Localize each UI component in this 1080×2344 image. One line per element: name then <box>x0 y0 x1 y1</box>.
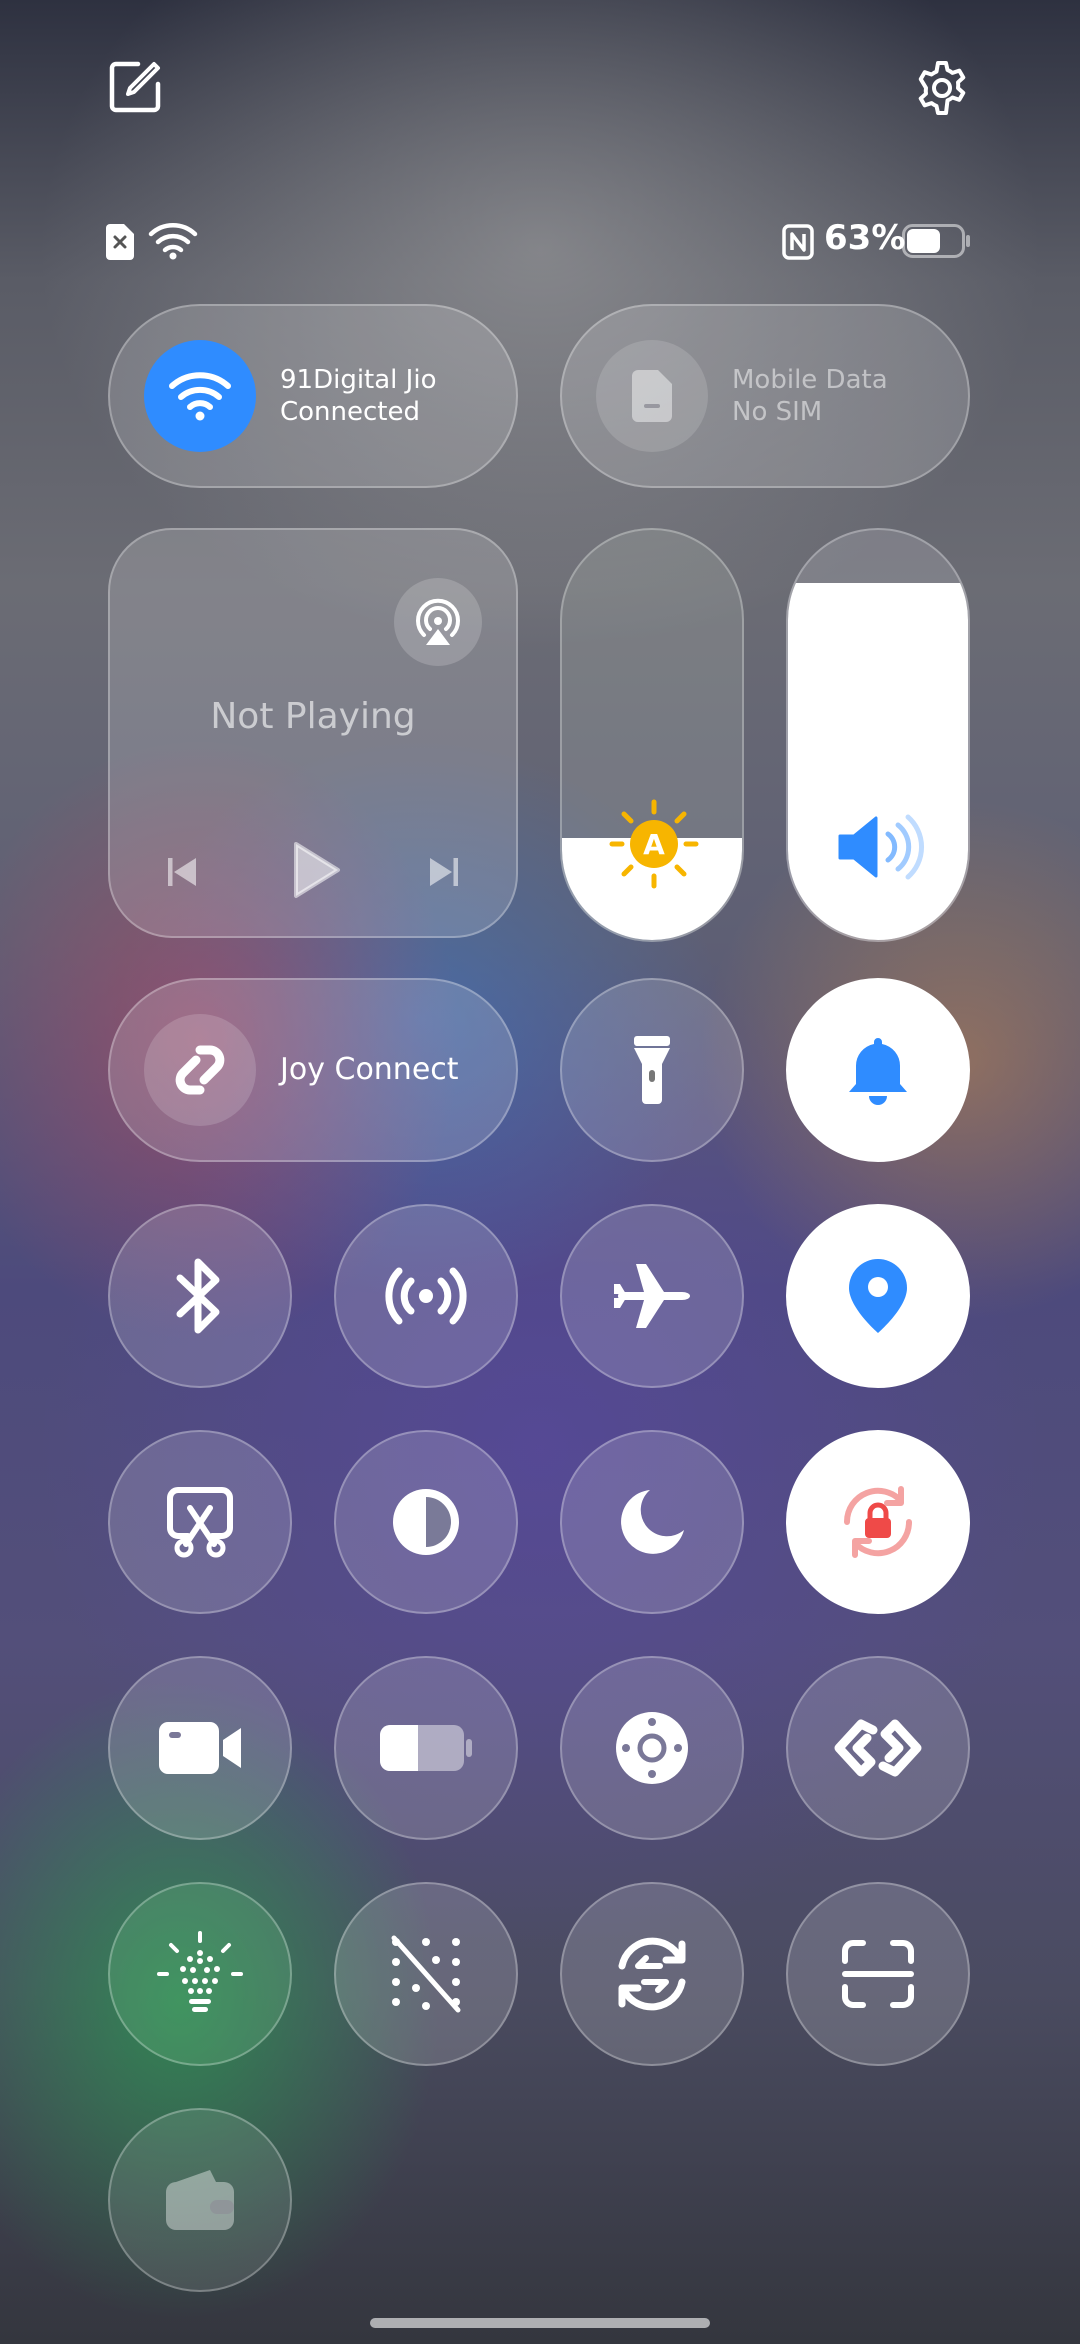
link-toggle[interactable] <box>786 1656 970 1840</box>
wifi-status: Connected <box>280 397 421 427</box>
light-icon <box>157 1931 243 2012</box>
mobile-data-status: No SIM <box>732 397 823 427</box>
screen-record-toggle[interactable] <box>108 1656 292 1840</box>
play-icon[interactable] <box>288 840 344 900</box>
dark-mode-toggle[interactable] <box>334 1430 518 1614</box>
joy-connect-tile[interactable]: Joy Connect <box>108 978 518 1162</box>
volume-speaker-icon <box>834 812 926 882</box>
scan-icon <box>842 1940 914 2008</box>
link-icon <box>834 1719 922 1777</box>
wifi-tile[interactable]: 91Digital Jio Connected <box>108 304 518 488</box>
location-icon <box>849 1259 907 1333</box>
screenshot-icon <box>167 1487 233 1558</box>
battery-saver-icon <box>380 1725 472 1771</box>
settings-gear-icon[interactable] <box>914 60 970 116</box>
wifi-network-name: 91Digital Jio <box>280 365 437 395</box>
airplane-icon <box>614 1264 690 1328</box>
volume-slider-fill <box>788 583 968 940</box>
bluetooth-icon <box>176 1258 220 1334</box>
dots-off-icon <box>391 1935 461 2013</box>
assistive-touch-toggle[interactable] <box>560 1656 744 1840</box>
dots-off-toggle[interactable] <box>334 1882 518 2066</box>
airplane-mode-toggle[interactable] <box>560 1204 744 1388</box>
assistive-touch-icon <box>616 1712 688 1784</box>
do-not-disturb-toggle[interactable] <box>560 1430 744 1614</box>
moon-icon <box>621 1490 684 1554</box>
edit-icon[interactable] <box>108 58 164 114</box>
wifi-icon <box>144 340 256 452</box>
sync-icon <box>618 1937 686 2011</box>
nfc-icon <box>782 224 814 260</box>
media-status: Not Playing <box>210 696 416 737</box>
rotation-lock-toggle[interactable] <box>786 1430 970 1614</box>
home-indicator[interactable] <box>370 2318 710 2328</box>
bluetooth-toggle[interactable] <box>108 1204 292 1388</box>
hotspot-toggle[interactable] <box>334 1204 518 1388</box>
mobile-data-label: Mobile Data <box>732 365 888 395</box>
no-sim-icon <box>106 224 134 260</box>
previous-track-icon[interactable] <box>164 854 200 890</box>
screenshot-toggle[interactable] <box>108 1430 292 1614</box>
joy-connect-label: Joy Connect <box>280 1052 459 1087</box>
dark-mode-icon <box>393 1489 459 1555</box>
screen-record-icon <box>159 1722 241 1774</box>
location-toggle[interactable] <box>786 1204 970 1388</box>
brightness-slider[interactable]: A <box>560 528 744 942</box>
battery-icon <box>902 224 972 258</box>
battery-percent: 63% <box>824 218 906 258</box>
smart-light-toggle[interactable] <box>108 1882 292 2066</box>
battery-saver-toggle[interactable] <box>334 1656 518 1840</box>
auto-brightness-badge: A <box>643 828 665 861</box>
cast-icon[interactable] <box>394 578 482 666</box>
mobile-data-tile[interactable]: Mobile Data No SIM <box>560 304 970 488</box>
auto-brightness-sun-icon: A <box>608 798 700 890</box>
volume-slider[interactable] <box>786 528 970 942</box>
wifi-status-icon <box>148 222 198 260</box>
rotation-lock-icon <box>843 1486 913 1558</box>
sim-card-icon <box>596 340 708 452</box>
joy-connect-icon <box>144 1014 256 1126</box>
bell-icon <box>849 1038 907 1105</box>
next-track-icon[interactable] <box>426 854 462 890</box>
flashlight-icon <box>634 1036 670 1104</box>
flashlight-toggle[interactable] <box>560 978 744 1162</box>
ring-mode-toggle[interactable] <box>786 978 970 1162</box>
scan-toggle[interactable] <box>786 1882 970 2066</box>
wallet-icon <box>166 2170 234 2230</box>
hotspot-icon <box>385 1267 467 1325</box>
sync-toggle[interactable] <box>560 1882 744 2066</box>
media-player-card[interactable]: Not Playing <box>108 528 518 938</box>
wallet-toggle[interactable] <box>108 2108 292 2292</box>
